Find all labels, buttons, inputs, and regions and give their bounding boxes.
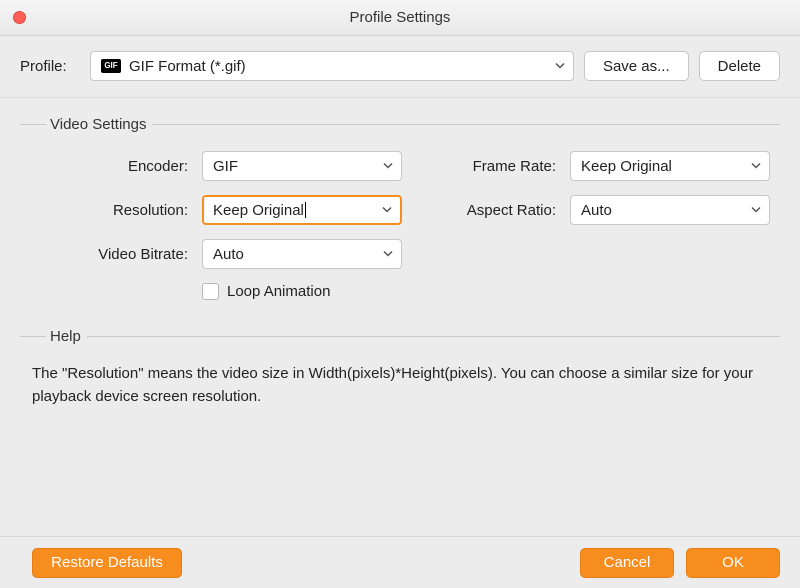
frame-rate-select[interactable]: Keep Original xyxy=(570,151,770,181)
frame-rate-label: Frame Rate: xyxy=(416,158,556,175)
footer: Restore Defaults Cancel OK xyxy=(0,536,800,588)
window-title: Profile Settings xyxy=(0,9,800,26)
help-group: Help The "Resolution" means the video si… xyxy=(20,328,780,422)
resolution-select[interactable]: Keep Original xyxy=(202,195,402,225)
loop-animation-checkbox[interactable] xyxy=(202,283,219,300)
video-settings-legend: Video Settings xyxy=(46,116,152,133)
ok-button[interactable]: OK xyxy=(686,548,780,578)
cancel-button[interactable]: Cancel xyxy=(580,548,674,578)
profile-select-value: GIF Format (*.gif) xyxy=(129,58,246,75)
aspect-ratio-select[interactable]: Auto xyxy=(570,195,770,225)
chevron-down-icon xyxy=(751,202,761,219)
main-panel: Video Settings Encoder: GIF Frame Rate: … xyxy=(0,98,800,446)
profile-label: Profile: xyxy=(20,58,80,75)
profile-row: Profile: GIF GIF Format (*.gif) Save as.… xyxy=(0,36,800,98)
video-settings-group: Video Settings Encoder: GIF Frame Rate: … xyxy=(20,116,780,314)
frame-rate-value: Keep Original xyxy=(581,158,672,175)
chevron-down-icon xyxy=(751,158,761,175)
video-bitrate-select[interactable]: Auto xyxy=(202,239,402,269)
loop-animation-label: Loop Animation xyxy=(227,283,330,300)
titlebar: Profile Settings xyxy=(0,0,800,36)
close-window-button[interactable] xyxy=(13,11,26,24)
save-as-button[interactable]: Save as... xyxy=(584,51,689,81)
profile-select[interactable]: GIF GIF Format (*.gif) xyxy=(90,51,574,81)
chevron-down-icon xyxy=(383,246,393,263)
chevron-down-icon xyxy=(382,202,392,219)
gif-format-icon: GIF xyxy=(101,59,121,73)
encoder-select[interactable]: GIF xyxy=(202,151,402,181)
text-caret xyxy=(305,202,306,218)
delete-button[interactable]: Delete xyxy=(699,51,780,81)
resolution-value: Keep Original xyxy=(213,202,304,219)
aspect-ratio-value: Auto xyxy=(581,202,612,219)
help-legend: Help xyxy=(46,328,87,345)
video-bitrate-label: Video Bitrate: xyxy=(28,246,188,263)
encoder-label: Encoder: xyxy=(28,158,188,175)
video-bitrate-value: Auto xyxy=(213,246,244,263)
help-text: The "Resolution" means the video size in… xyxy=(28,363,772,408)
chevron-down-icon xyxy=(555,58,565,75)
encoder-value: GIF xyxy=(213,158,238,175)
restore-defaults-button[interactable]: Restore Defaults xyxy=(32,548,182,578)
resolution-label: Resolution: xyxy=(28,202,188,219)
chevron-down-icon xyxy=(383,158,393,175)
aspect-ratio-label: Aspect Ratio: xyxy=(416,202,556,219)
